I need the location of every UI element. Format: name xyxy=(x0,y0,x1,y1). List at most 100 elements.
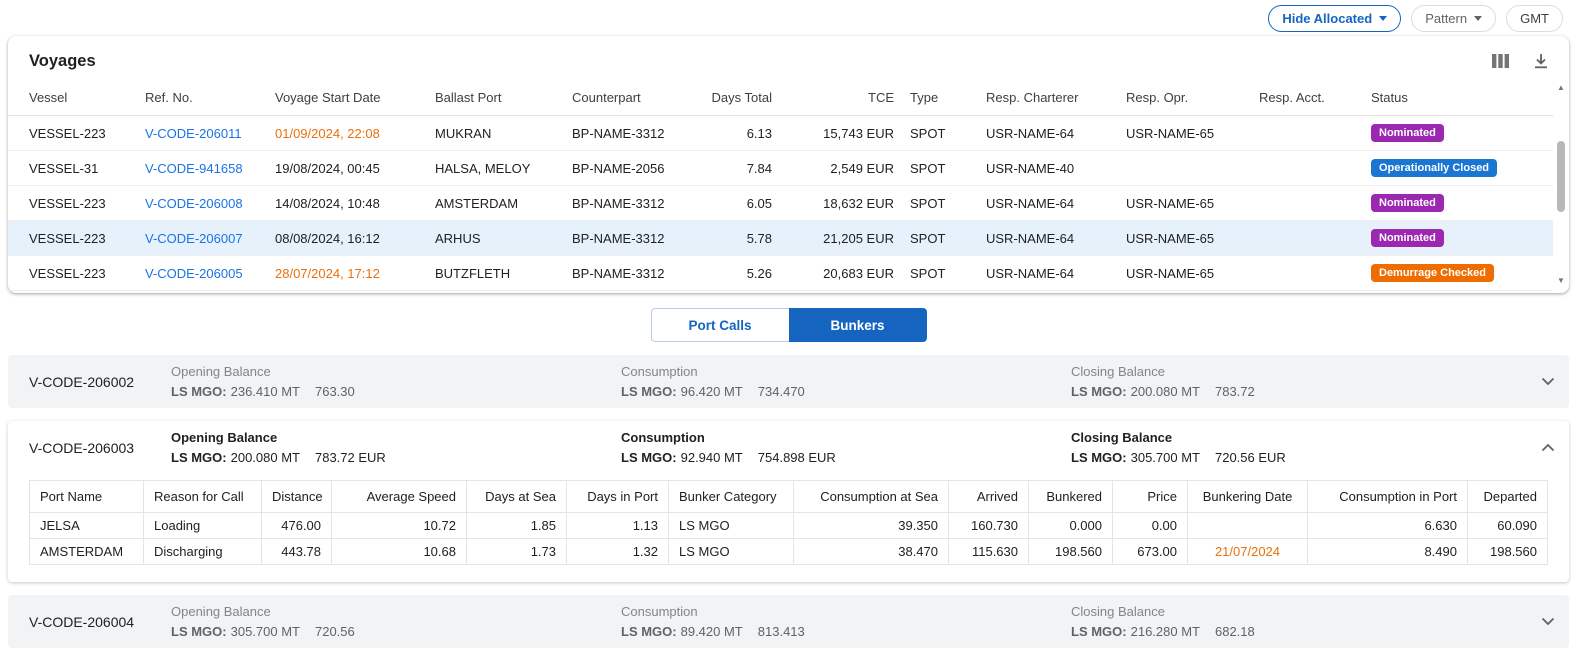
cell-start-date: 28/07/2024, 17:12 xyxy=(275,266,380,281)
balance-label: Consumption xyxy=(621,604,1071,619)
chevron-down-icon xyxy=(1474,16,1482,21)
col-header-departed: Departed xyxy=(1468,481,1548,513)
cell-vessel: VESSEL-223 xyxy=(8,256,137,291)
pattern-button[interactable]: Pattern xyxy=(1411,5,1496,32)
cell-ballast-port: ARHUS xyxy=(427,221,564,256)
chevron-down-icon[interactable] xyxy=(1541,377,1555,386)
col-header-price: Price xyxy=(1113,481,1188,513)
scroll-up-icon[interactable]: ▲ xyxy=(1557,80,1565,95)
cell-resp-charterer: USR-NAME-64 xyxy=(978,186,1118,221)
cell-reason: Loading xyxy=(144,513,262,539)
opening-balance: Opening Balance LS MGO:305.700 MT720.56 xyxy=(171,604,621,639)
col-header-days-in-port: Days in Port xyxy=(567,481,669,513)
cell-resp-charterer: USR-NAME-64 xyxy=(978,221,1118,256)
fuel-qty: 305.700 MT xyxy=(1131,450,1200,465)
balance-label: Consumption xyxy=(621,430,1071,445)
scroll-down-icon[interactable]: ▼ xyxy=(1557,273,1565,288)
scrollbar-track[interactable] xyxy=(1554,95,1568,273)
cell-start-date: 14/08/2024, 10:48 xyxy=(275,196,380,211)
ref-no-link[interactable]: V-CODE-206011 xyxy=(145,126,242,141)
col-header-counterpart[interactable]: Counterpart xyxy=(564,80,684,116)
col-header-consumption-in-port: Consumption in Port xyxy=(1308,481,1468,513)
fuel-label: LS MGO: xyxy=(171,624,227,639)
col-header-resp-acct[interactable]: Resp. Acct. xyxy=(1251,80,1363,116)
columns-icon[interactable] xyxy=(1490,52,1511,70)
download-icon[interactable] xyxy=(1531,51,1551,71)
col-header-days-total[interactable]: Days Total xyxy=(684,80,780,116)
cell-ballast-port: BUTZFLETH xyxy=(427,256,564,291)
cell-type: SPOT xyxy=(902,151,978,186)
cell-start-date: 01/09/2024, 22:08 xyxy=(275,126,380,141)
col-header-status[interactable]: Status xyxy=(1363,80,1553,116)
fuel-value: 720.56 EUR xyxy=(1215,450,1286,465)
cell-port-name: AMSTERDAM xyxy=(30,539,144,565)
cell-resp-opr: USR-NAME-65 xyxy=(1118,186,1251,221)
cell-resp-opr: USR-NAME-65 xyxy=(1118,256,1251,291)
table-row[interactable]: VESSEL-223 V-CODE-206008 14/08/2024, 10:… xyxy=(8,186,1553,221)
bunker-section-header[interactable]: V-CODE-206002 Opening Balance LS MGO:236… xyxy=(8,355,1569,408)
consumption: Consumption LS MGO:89.420 MT813.413 xyxy=(621,604,1071,639)
voyages-panel: Voyages Vessel xyxy=(8,36,1569,293)
port-table-row[interactable]: AMSTERDAM Discharging 443.78 10.68 1.73 … xyxy=(30,539,1548,565)
cell-consumption-in-port: 8.490 xyxy=(1308,539,1468,565)
voyage-code: V-CODE-206003 xyxy=(29,440,171,456)
tab-port-calls[interactable]: Port Calls xyxy=(651,308,789,342)
opening-balance: Opening Balance LS MGO:236.410 MT763.30 xyxy=(171,364,621,399)
col-header-resp-opr[interactable]: Resp. Opr. xyxy=(1118,80,1251,116)
gmt-button[interactable]: GMT xyxy=(1506,5,1563,32)
balance-label: Opening Balance xyxy=(171,364,621,379)
cell-bunkering-date: 21/07/2024 xyxy=(1188,539,1308,565)
chevron-down-icon[interactable] xyxy=(1541,617,1555,626)
col-header-consumption-at-sea: Consumption at Sea xyxy=(794,481,949,513)
chevron-up-icon[interactable] xyxy=(1541,443,1555,452)
cell-resp-acct xyxy=(1251,221,1363,256)
consumption: Consumption LS MGO:96.420 MT734.470 xyxy=(621,364,1071,399)
port-table-row[interactable]: JELSA Loading 476.00 10.72 1.85 1.13 LS … xyxy=(30,513,1548,539)
gmt-label: GMT xyxy=(1520,11,1549,26)
col-header-ref-no[interactable]: Ref. No. xyxy=(137,80,267,116)
tab-bunkers[interactable]: Bunkers xyxy=(789,308,927,342)
hide-allocated-button[interactable]: Hide Allocated xyxy=(1268,5,1401,32)
cell-consumption-at-sea: 39.350 xyxy=(794,513,949,539)
cell-bunker-category: LS MGO xyxy=(669,513,794,539)
ref-no-link[interactable]: V-CODE-206007 xyxy=(145,231,243,246)
fuel-qty: 200.080 MT xyxy=(1131,384,1200,399)
scrollbar-thumb[interactable] xyxy=(1557,141,1565,212)
balance-label: Closing Balance xyxy=(1071,604,1521,619)
col-header-vessel[interactable]: Vessel xyxy=(8,80,137,116)
fuel-value: 783.72 xyxy=(1215,384,1255,399)
fuel-label: LS MGO: xyxy=(1071,450,1127,465)
status-badge: Nominated xyxy=(1371,124,1444,142)
cell-days-at-sea: 1.85 xyxy=(467,513,567,539)
fuel-qty: 305.700 MT xyxy=(231,624,300,639)
balance-label: Consumption xyxy=(621,364,1071,379)
cell-departed: 60.090 xyxy=(1468,513,1548,539)
table-row[interactable]: VESSEL-223 V-CODE-206005 28/07/2024, 17:… xyxy=(8,256,1553,291)
cell-counterpart: BP-NAME-3312 xyxy=(564,116,684,151)
vertical-scrollbar[interactable]: ▲ ▼ xyxy=(1554,80,1568,288)
col-header-resp-charterer[interactable]: Resp. Charterer xyxy=(978,80,1118,116)
ref-no-link[interactable]: V-CODE-206005 xyxy=(145,266,243,281)
fuel-value: 754.898 EUR xyxy=(758,450,836,465)
cell-days-in-port: 1.13 xyxy=(567,513,669,539)
col-header-reason-for-call: Reason for Call xyxy=(144,481,262,513)
voyage-code: V-CODE-206004 xyxy=(29,614,171,630)
col-header-type[interactable]: Type xyxy=(902,80,978,116)
ref-no-link[interactable]: V-CODE-206008 xyxy=(145,196,243,211)
ref-no-link[interactable]: V-CODE-941658 xyxy=(145,161,243,176)
col-header-voyage-start-date[interactable]: Voyage Start Date xyxy=(267,80,427,116)
col-header-ballast-port[interactable]: Ballast Port xyxy=(427,80,564,116)
table-row[interactable]: VESSEL-31 V-CODE-941658 19/08/2024, 00:4… xyxy=(8,151,1553,186)
bunker-section-header[interactable]: V-CODE-206003 Opening Balance LS MGO:200… xyxy=(8,421,1569,474)
port-calls-table-wrap: Port Name Reason for Call Distance Avera… xyxy=(8,474,1569,582)
pattern-label: Pattern xyxy=(1425,11,1467,26)
col-header-tce[interactable]: TCE xyxy=(780,80,902,116)
port-table-header-row: Port Name Reason for Call Distance Avera… xyxy=(30,481,1548,513)
table-row-selected[interactable]: VESSEL-223 V-CODE-206007 08/08/2024, 16:… xyxy=(8,221,1553,256)
table-row[interactable]: VESSEL-223 V-CODE-206011 01/09/2024, 22:… xyxy=(8,116,1553,151)
fuel-label: LS MGO: xyxy=(1071,624,1127,639)
cell-tce: 21,205 EUR xyxy=(780,221,902,256)
cell-price: 673.00 xyxy=(1113,539,1188,565)
bunker-section-header[interactable]: V-CODE-206004 Opening Balance LS MGO:305… xyxy=(8,595,1569,648)
cell-average-speed: 10.72 xyxy=(332,513,467,539)
